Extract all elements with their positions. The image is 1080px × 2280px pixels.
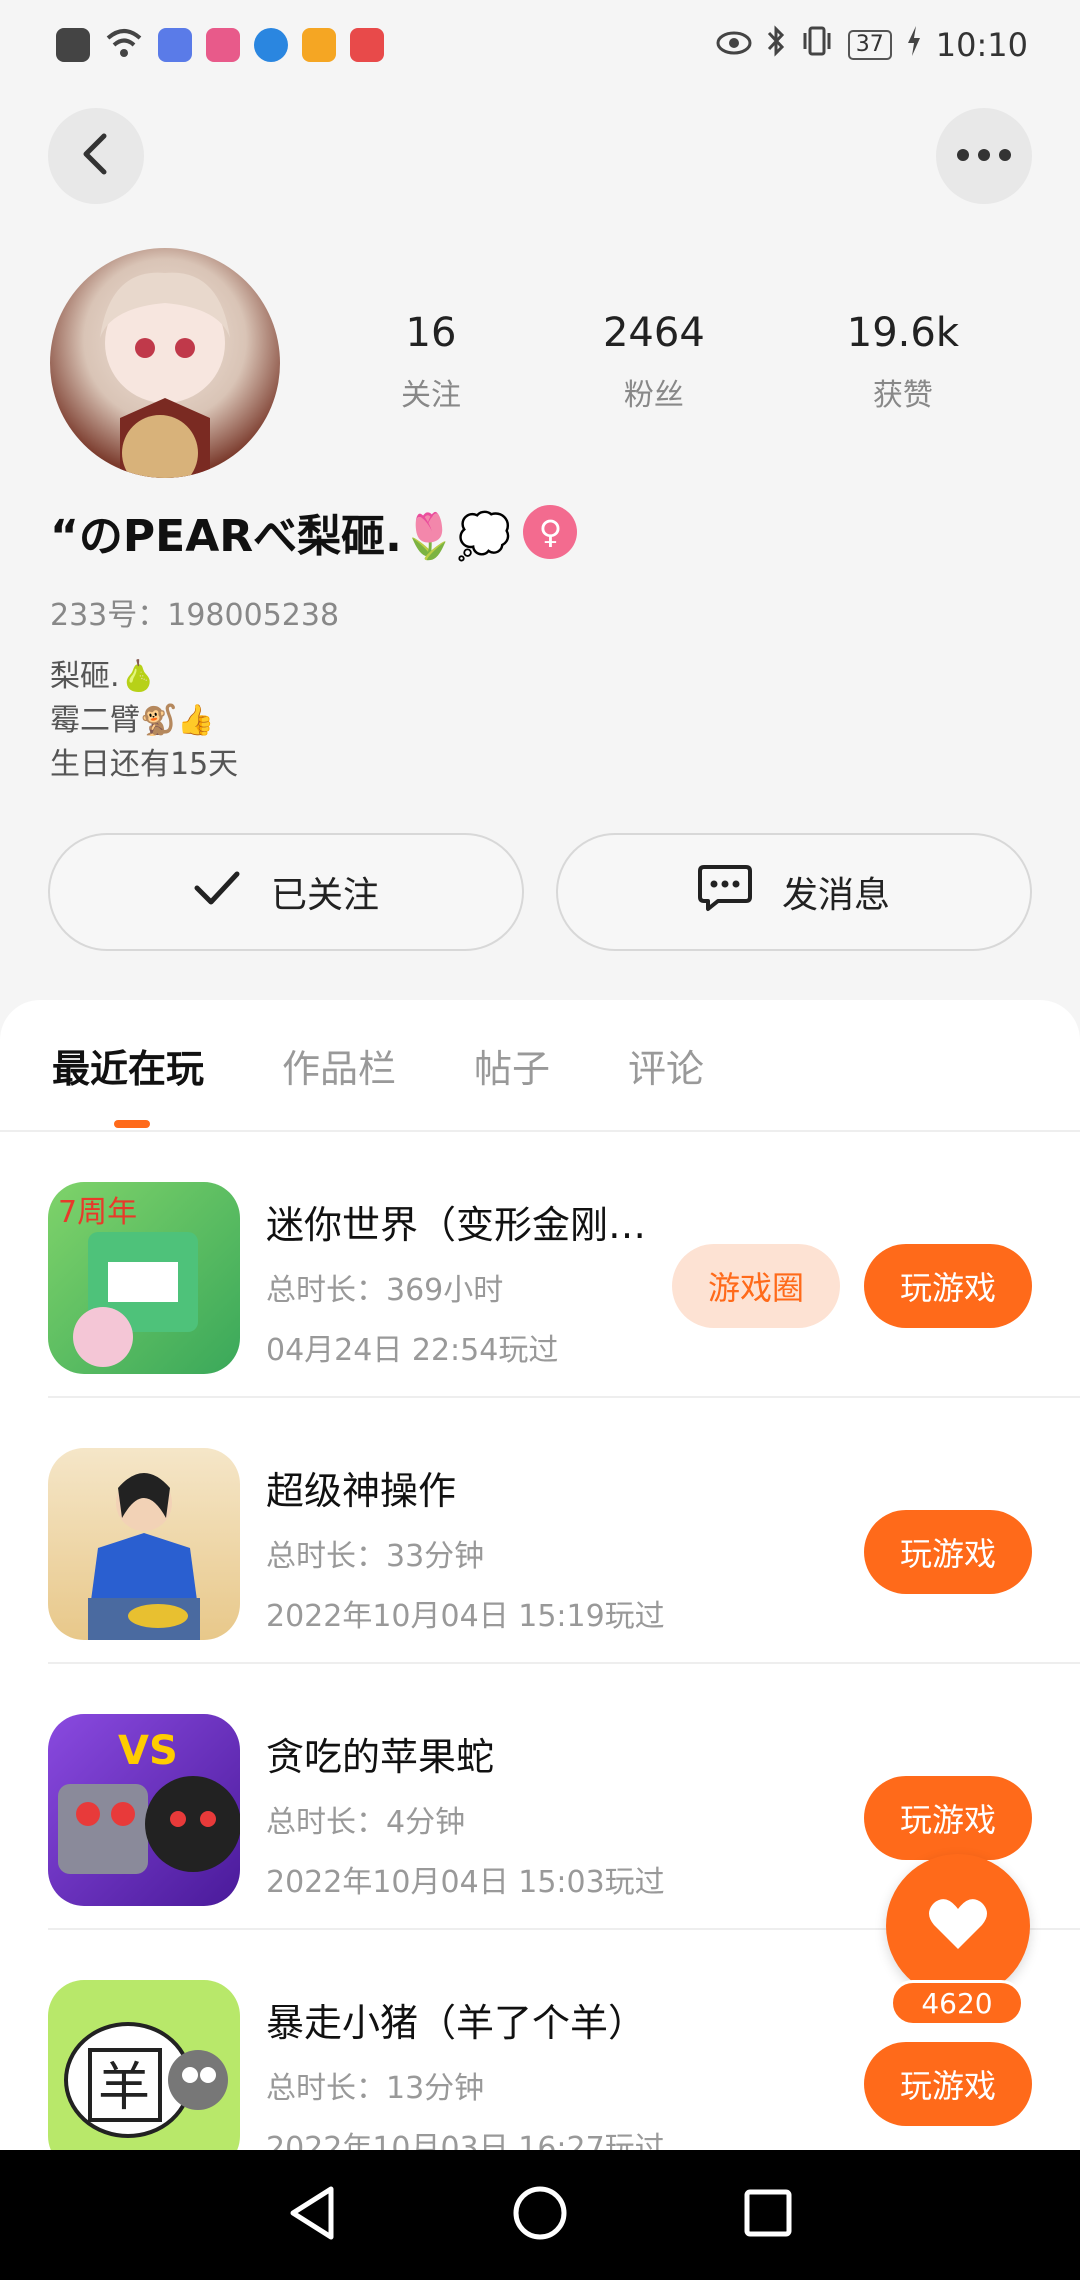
bio-line: 梨砸.🍐 bbox=[50, 659, 157, 694]
system-nav-bar bbox=[0, 2150, 1080, 2280]
svg-text:羊: 羊 bbox=[98, 2058, 150, 2118]
send-message-button[interactable]: 发消息 bbox=[556, 833, 1032, 951]
browser-icon bbox=[254, 28, 288, 62]
wifi-icon bbox=[104, 26, 144, 64]
tab-works[interactable]: 作品栏 bbox=[282, 1000, 396, 1130]
tab-comments[interactable]: 评论 bbox=[628, 1000, 704, 1130]
message-label: 发消息 bbox=[781, 875, 890, 916]
tab-indicator bbox=[114, 1120, 150, 1128]
game-info: 暴走小猪（羊了个羊） 总时长：13分钟 2022年10月03日 16:27玩过 bbox=[266, 1992, 666, 2150]
svg-text:VS: VS bbox=[118, 1728, 178, 1774]
nav-recents-icon[interactable] bbox=[743, 2188, 793, 2242]
game-icon[interactable]: 羊 bbox=[48, 1980, 240, 2150]
book-icon bbox=[350, 28, 384, 62]
female-gender-icon: ♀ bbox=[523, 505, 578, 559]
clock: 10:10 bbox=[935, 26, 1028, 64]
game-icon[interactable]: 7周年 bbox=[48, 1182, 240, 1374]
game-title: 暴走小猪（羊了个羊） bbox=[266, 2001, 647, 2045]
svg-text:7周年: 7周年 bbox=[58, 1195, 137, 1230]
play-game-button[interactable]: 玩游戏 bbox=[864, 1776, 1032, 1860]
vibrate-icon bbox=[800, 25, 834, 65]
more-icon bbox=[956, 147, 1012, 166]
more-options-button[interactable] bbox=[936, 108, 1032, 204]
like-count: 4620 bbox=[890, 1980, 1024, 2026]
game-last-played: 04月24日 22:54玩过 bbox=[266, 1333, 559, 1368]
play-game-button[interactable]: 玩游戏 bbox=[864, 1244, 1032, 1328]
followed-button[interactable]: 已关注 bbox=[48, 833, 524, 951]
bio: 梨砸.🍐 霉二臂🐒👍 生日还有15天 bbox=[50, 655, 238, 787]
back-button[interactable] bbox=[48, 108, 144, 204]
nav-back-icon[interactable] bbox=[287, 2185, 337, 2245]
bio-line: 生日还有15天 bbox=[50, 747, 239, 782]
tab-posts[interactable]: 帖子 bbox=[474, 1000, 550, 1130]
game-title: 迷你世界（变形金刚… bbox=[266, 1203, 646, 1247]
chat-bubble-icon bbox=[697, 863, 752, 922]
app-icon bbox=[206, 28, 240, 62]
game-last-played: 2022年10月03日 16:27玩过 bbox=[266, 2131, 665, 2150]
status-left-icons bbox=[56, 26, 384, 64]
game-info: 超级神操作 总时长：33分钟 2022年10月04日 15:19玩过 bbox=[266, 1460, 666, 1635]
music-icon bbox=[158, 28, 192, 62]
bluetooth-icon bbox=[766, 25, 786, 65]
username: “のPEARべ梨砸.🌷💭 bbox=[50, 511, 512, 562]
game-circle-button[interactable]: 游戏圈 bbox=[672, 1244, 840, 1328]
play-game-button[interactable]: 玩游戏 bbox=[864, 2042, 1032, 2126]
game-row[interactable]: 7周年 迷你世界（变形金刚… 总时长：369小时 04月24日 22:54玩过 … bbox=[0, 1132, 1080, 1398]
avatar[interactable] bbox=[50, 248, 280, 478]
tab-recently-played[interactable]: 最近在玩 bbox=[52, 1000, 204, 1130]
battery-icon: 37 bbox=[847, 30, 892, 60]
charging-icon bbox=[906, 26, 922, 64]
stat-label: 获赞 bbox=[872, 378, 933, 413]
game-info: 迷你世界（变形金刚… 总时长：369小时 04月24日 22:54玩过 bbox=[266, 1194, 666, 1369]
app-icon bbox=[302, 28, 336, 62]
game-icon[interactable]: VS bbox=[48, 1714, 240, 1906]
game-last-played: 2022年10月04日 15:03玩过 bbox=[266, 1865, 665, 1900]
game-duration: 总时长：4分钟 bbox=[266, 1805, 466, 1840]
game-duration: 总时长：369小时 bbox=[266, 1273, 504, 1308]
game-last-played: 2022年10月04日 15:19玩过 bbox=[266, 1599, 665, 1634]
stat-likes[interactable]: 19.6k 获赞 bbox=[847, 310, 959, 414]
heart-icon bbox=[928, 1897, 988, 1955]
bio-line: 霉二臂🐒👍 bbox=[50, 703, 215, 738]
username-row: “のPEARべ梨砸.🌷💭 ♀ bbox=[50, 500, 578, 564]
nav-home-icon[interactable] bbox=[512, 2185, 568, 2245]
game-title: 贪吃的苹果蛇 bbox=[266, 1735, 495, 1779]
user-id: 233号：198005238 bbox=[50, 598, 340, 633]
checkmark-icon bbox=[193, 868, 241, 917]
stat-value: 16 bbox=[405, 310, 457, 356]
game-title: 超级神操作 bbox=[266, 1469, 457, 1513]
stat-label: 关注 bbox=[400, 378, 461, 413]
eye-icon bbox=[716, 26, 752, 64]
stat-followers[interactable]: 2464 粉丝 bbox=[603, 310, 705, 414]
followed-label: 已关注 bbox=[270, 875, 379, 916]
game-info: 贪吃的苹果蛇 总时长：4分钟 2022年10月04日 15:03玩过 bbox=[266, 1726, 666, 1901]
tab-bar: 最近在玩 作品栏 帖子 评论 bbox=[0, 1000, 1080, 1132]
status-right: 37 10:10 bbox=[716, 25, 1028, 65]
game-duration: 总时长：33分钟 bbox=[266, 1539, 485, 1574]
status-bar: 37 10:10 bbox=[0, 0, 1080, 90]
game-icon[interactable] bbox=[48, 1448, 240, 1640]
alert-icon bbox=[56, 28, 90, 62]
back-arrow-icon bbox=[78, 132, 114, 180]
game-duration: 总时长：13分钟 bbox=[266, 2071, 485, 2106]
stat-value: 19.6k bbox=[846, 310, 959, 356]
stat-following[interactable]: 16 关注 bbox=[401, 310, 461, 414]
stats-row: 16 关注 2464 粉丝 19.6k 获赞 bbox=[330, 310, 1030, 414]
play-game-button[interactable]: 玩游戏 bbox=[864, 1510, 1032, 1594]
stat-label: 粉丝 bbox=[623, 378, 684, 413]
like-button[interactable] bbox=[886, 1854, 1030, 1998]
game-row[interactable]: 超级神操作 总时长：33分钟 2022年10月04日 15:19玩过 玩游戏 bbox=[0, 1398, 1080, 1664]
stat-value: 2464 bbox=[602, 310, 705, 356]
